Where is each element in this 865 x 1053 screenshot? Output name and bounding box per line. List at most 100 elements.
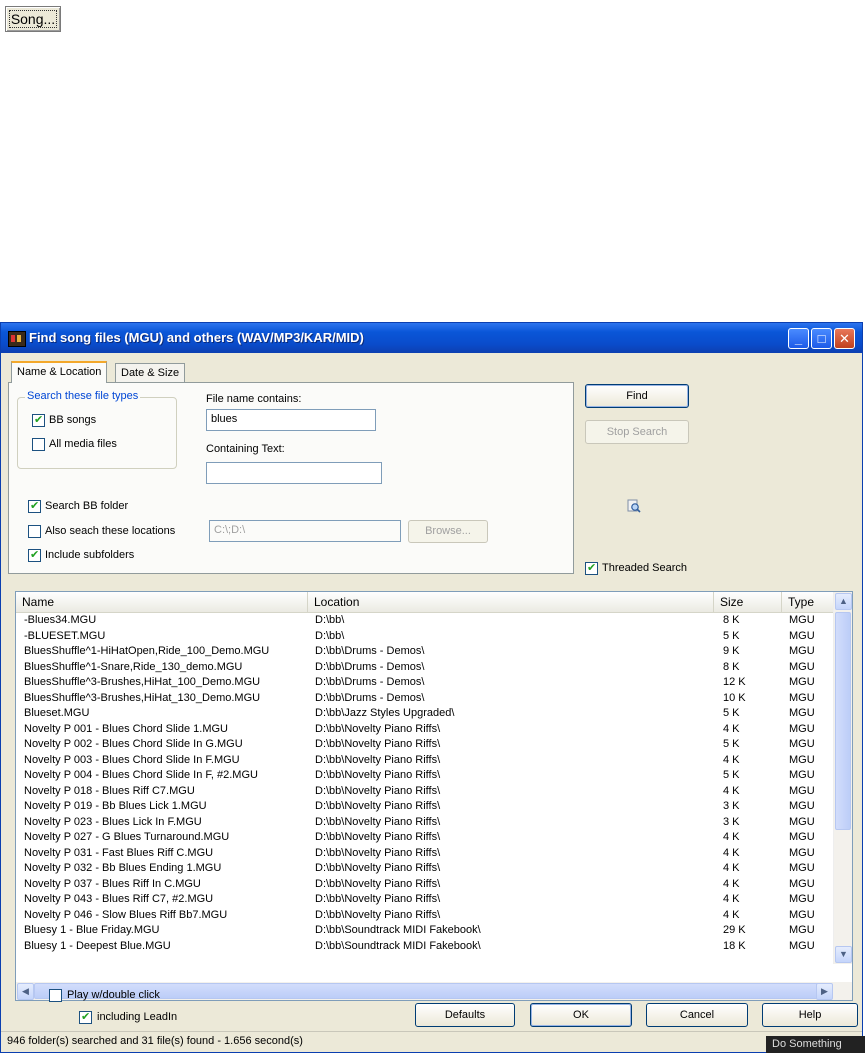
cell-type: MGU	[789, 862, 815, 874]
table-row[interactable]: Bluesy 1 - Deepest Blue.MGU D:\bb\Soundtr…	[16, 939, 834, 955]
cell-type: MGU	[789, 831, 815, 843]
filename-label: File name contains:	[206, 393, 302, 405]
find-song-files-dialog: Find song files (MGU) and others (WAV/MP…	[0, 322, 863, 1053]
table-row[interactable]: BluesShuffle^1-HiHatOpen,Ride_100_Demo.M…	[16, 644, 834, 660]
column-header-location[interactable]: Location	[308, 592, 714, 612]
cell-location: D:\bb\Novelty Piano Riffs\	[315, 877, 441, 890]
cell-location: D:\bb\Novelty Piano Riffs\	[315, 753, 441, 766]
cell-name: Novelty P 003 - Blues Chord Slide In F.M…	[24, 753, 240, 766]
cell-location: D:\bb\Drums - Demos\	[315, 660, 425, 673]
cell-size: 10 K	[723, 691, 746, 704]
cell-size: 4 K	[723, 908, 740, 921]
cell-type: MGU	[789, 877, 815, 890]
maximize-button[interactable]: □	[811, 328, 832, 349]
cell-type: MGU	[789, 908, 815, 921]
cell-size: 4 K	[723, 893, 740, 905]
table-row[interactable]: Novelty P 003 - Blues Chord Slide In F.M…	[16, 753, 834, 769]
browse-button[interactable]: Browse...	[408, 520, 488, 543]
tooltip-tag: Do Something	[766, 1036, 865, 1053]
table-row[interactable]: Novelty P 001 - Blues Chord Slide 1.MGU D…	[16, 722, 834, 738]
locations-input[interactable]: C:\;D:\	[209, 520, 401, 542]
table-row[interactable]: Bluesy 1 - Blue Friday.MGU D:\bb\Soundtra…	[16, 923, 834, 939]
cell-type: MGU	[789, 753, 815, 766]
threaded-search-checkbox[interactable]	[585, 561, 598, 575]
column-header-size[interactable]: Size	[714, 592, 782, 612]
minimize-button[interactable]: _	[788, 328, 809, 349]
name-location-panel: Search these file types BB songs All med…	[8, 382, 574, 574]
cell-name: Bluesy 1 - Blue Friday.MGU	[24, 924, 160, 936]
play-double-click-checkbox[interactable]	[49, 989, 62, 1002]
table-row[interactable]: Novelty P 032 - Bb Blues Ending 1.MGU D:\…	[16, 861, 834, 877]
cell-name: Novelty P 037 - Blues Riff In C.MGU	[24, 877, 201, 890]
stop-search-button[interactable]: Stop Search	[585, 420, 689, 444]
find-button[interactable]: Find	[585, 384, 689, 408]
file-types-legend: Search these file types	[25, 390, 141, 402]
defaults-button[interactable]: Defaults	[415, 1003, 515, 1027]
close-button[interactable]: ✕	[834, 328, 855, 349]
cell-size: 8 K	[723, 660, 740, 673]
bb-songs-checkbox[interactable]	[32, 413, 45, 427]
magnify-icon[interactable]	[627, 499, 641, 513]
vertical-scroll-thumb[interactable]	[835, 612, 851, 830]
help-button[interactable]: Help	[762, 1003, 858, 1027]
cell-location: D:\bb\Novelty Piano Riffs\	[315, 722, 441, 735]
cell-name: Novelty P 027 - G Blues Turnaround.MGU	[24, 831, 230, 843]
file-types-group: Search these file types BB songs All med…	[17, 390, 177, 469]
search-bb-folder-label: Search BB folder	[45, 500, 129, 512]
song-button[interactable]: Song...	[5, 6, 61, 32]
status-text: 946 folder(s) searched and 31 file(s) fo…	[7, 1035, 303, 1047]
all-media-checkbox[interactable]	[32, 438, 45, 451]
table-row[interactable]: Novelty P 043 - Blues Riff C7, #2.MGU D:\…	[16, 892, 834, 908]
status-bar: 946 folder(s) searched and 31 file(s) fo…	[1, 1031, 862, 1052]
results-list[interactable]: Name Location Size Type -Blues34.MGU D:\b…	[15, 591, 853, 1001]
ok-button[interactable]: OK	[530, 1003, 632, 1027]
table-row[interactable]: BluesShuffle^1-Snare,Ride_130_demo.MGU D:…	[16, 660, 834, 676]
table-row[interactable]: Novelty P 031 - Fast Blues Riff C.MGU D:\…	[16, 846, 834, 862]
containing-text-input[interactable]	[206, 462, 382, 484]
filename-input[interactable]: blues	[206, 409, 376, 431]
cell-name: BluesShuffle^3-Brushes,HiHat_130_Demo.MG…	[24, 691, 261, 704]
table-row[interactable]: BluesShuffle^3-Brushes,HiHat_100_Demo.MG…	[16, 675, 834, 691]
cancel-button[interactable]: Cancel	[646, 1003, 748, 1027]
search-bb-folder-checkbox[interactable]	[28, 499, 41, 513]
table-row[interactable]: Novelty P 018 - Blues Riff C7.MGU D:\bb\N…	[16, 784, 834, 800]
list-header: Name Location Size Type	[16, 592, 834, 613]
cell-name: Bluesy 1 - Deepest Blue.MGU	[24, 939, 171, 952]
column-header-name[interactable]: Name	[16, 592, 308, 612]
tab-date-size[interactable]: Date & Size	[115, 363, 186, 383]
table-row[interactable]: BluesShuffle^3-Brushes,HiHat_130_Demo.MG…	[16, 691, 834, 707]
table-row[interactable]: -BLUESET.MGU D:\bb\ 5 K MGU	[16, 629, 834, 645]
cell-size: 4 K	[723, 753, 740, 766]
scroll-left-icon[interactable]: ◀	[17, 983, 34, 1000]
also-search-label: Also seach these locations	[45, 525, 176, 537]
table-row[interactable]: -Blues34.MGU D:\bb\ 8 K MGU	[16, 613, 834, 629]
table-row[interactable]: Novelty P 037 - Blues Riff In C.MGU D:\bb…	[16, 877, 834, 893]
cell-size: 3 K	[723, 800, 740, 812]
tab-name-location[interactable]: Name & Location	[11, 361, 108, 383]
include-subfolders-checkbox[interactable]	[28, 548, 41, 562]
including-leadin-checkbox[interactable]	[79, 1010, 92, 1024]
also-search-checkbox[interactable]	[28, 525, 41, 538]
table-row[interactable]: Novelty P 002 - Blues Chord Slide In G.M…	[16, 737, 834, 753]
cell-location: D:\bb\Novelty Piano Riffs\	[315, 893, 441, 905]
table-row[interactable]: Novelty P 004 - Blues Chord Slide In F, …	[16, 768, 834, 784]
rows-container: -Blues34.MGU D:\bb\ 8 K MGU -BLUESET.MGU D:\b…	[16, 613, 834, 954]
cell-location: D:\bb\Novelty Piano Riffs\	[315, 846, 441, 859]
cell-name: Novelty P 001 - Blues Chord Slide 1.MGU	[24, 722, 228, 735]
table-row[interactable]: Novelty P 019 - Bb Blues Lick 1.MGU D:\bb…	[16, 799, 834, 815]
table-row[interactable]: Novelty P 046 - Slow Blues Riff Bb7.MGU D…	[16, 908, 834, 924]
scroll-right-icon[interactable]: ▶	[816, 983, 833, 1000]
scroll-up-icon[interactable]: ▲	[835, 593, 852, 610]
title-bar[interactable]: Find song files (MGU) and others (WAV/MP…	[1, 323, 862, 353]
cell-location: D:\bb\Novelty Piano Riffs\	[315, 815, 441, 828]
table-row[interactable]: Novelty P 027 - G Blues Turnaround.MGU D:…	[16, 830, 834, 846]
column-header-type[interactable]: Type	[782, 592, 834, 612]
cell-location: D:\bb\Novelty Piano Riffs\	[315, 831, 441, 843]
table-row[interactable]: Blueset.MGU D:\bb\Jazz Styles Upgraded\ 5 …	[16, 706, 834, 722]
cell-type: MGU	[789, 738, 815, 750]
cell-size: 4 K	[723, 862, 740, 874]
table-row[interactable]: Novelty P 023 - Blues Lick In F.MGU D:\bb…	[16, 815, 834, 831]
scroll-down-icon[interactable]: ▼	[835, 946, 852, 963]
vertical-scrollbar[interactable]: ▲ ▼	[833, 592, 852, 964]
cell-size: 4 K	[723, 877, 740, 890]
